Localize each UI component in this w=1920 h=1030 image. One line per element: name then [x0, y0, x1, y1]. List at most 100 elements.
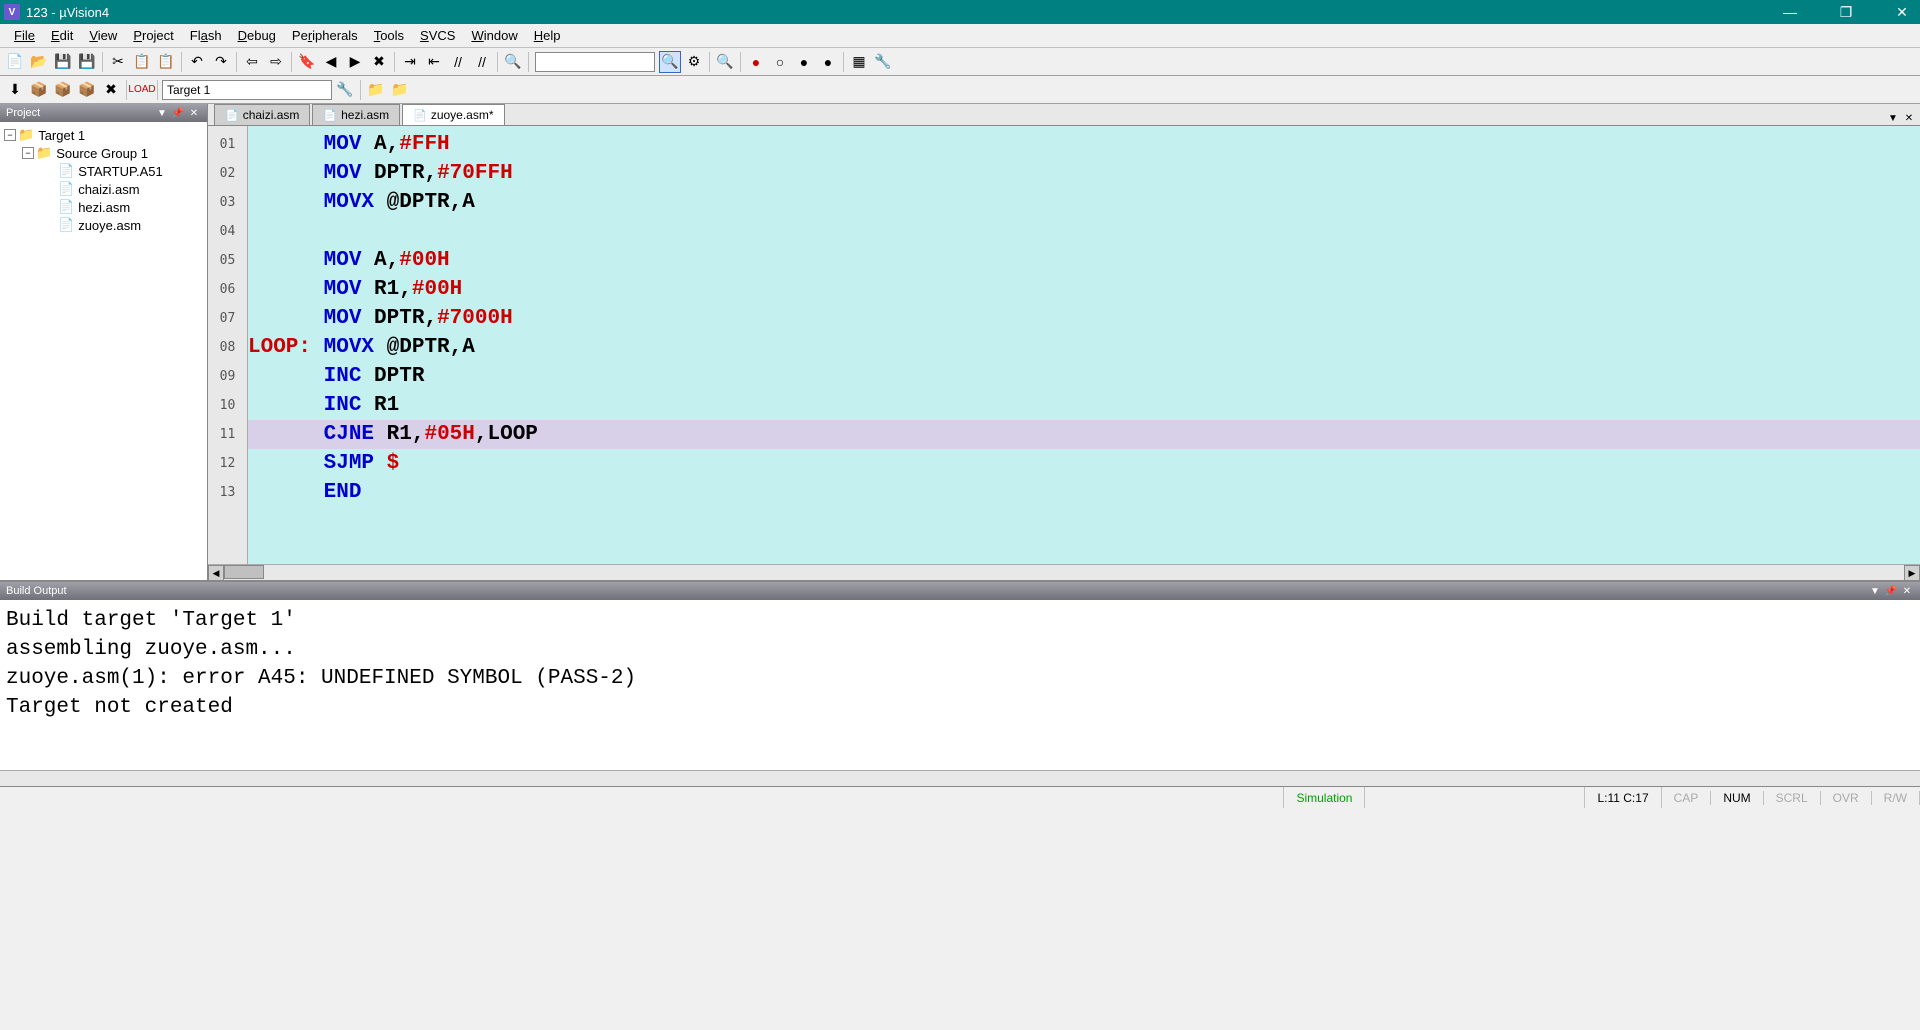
tree-target[interactable]: − 📁 Target 1 — [4, 126, 203, 144]
menu-peripherals[interactable]: Peripherals — [284, 26, 366, 45]
menu-debug[interactable]: Debug — [230, 26, 284, 45]
manage-icon[interactable]: 📁 — [365, 79, 387, 101]
copy-icon[interactable]: 📋 — [131, 51, 153, 73]
paste-icon[interactable]: 📋 — [155, 51, 177, 73]
find-in-files-icon[interactable]: 🔍 — [502, 51, 524, 73]
tree-file-label: hezi.asm — [78, 200, 130, 215]
folder-icon: 📁 — [36, 145, 52, 161]
editor-hscroll[interactable]: ◀ ▶ — [208, 564, 1920, 580]
build-panel: Build Output ▼ 📌 ✕ Build target 'Target … — [0, 580, 1920, 786]
tab-hezi[interactable]: 📄 hezi.asm — [312, 104, 400, 125]
menu-file[interactable]: File — [6, 26, 43, 45]
app-icon: V — [4, 4, 20, 20]
scroll-thumb[interactable] — [224, 565, 264, 579]
code-editor[interactable]: 01020304050607080910111213 MOV A,#FFH MO… — [208, 126, 1920, 564]
insert-breakpoint-icon[interactable]: ⚙ — [683, 51, 705, 73]
editor-panel: 📄 chaizi.asm 📄 hezi.asm 📄 zuoye.asm* ▼ ✕… — [208, 104, 1920, 580]
bookmark-icon[interactable]: 🔖 — [296, 51, 318, 73]
tree-file-label: chaizi.asm — [78, 182, 139, 197]
redo-icon[interactable]: ↷ — [210, 51, 232, 73]
batch-build-icon[interactable]: 📦 — [76, 79, 98, 101]
tree-expander-icon[interactable]: − — [4, 129, 16, 141]
build-icon[interactable]: 📦 — [28, 79, 50, 101]
menu-help[interactable]: Help — [526, 26, 569, 45]
menu-svcs[interactable]: SVCS — [412, 26, 463, 45]
tree-file[interactable]: 📄 STARTUP.A51 — [4, 162, 203, 180]
target-combo[interactable]: Target 1 — [162, 80, 332, 100]
config-icon[interactable]: 🔧 — [872, 51, 894, 73]
bookmark-clear-icon[interactable]: ✖ — [368, 51, 390, 73]
bookmark-prev-icon[interactable]: ◀ — [320, 51, 342, 73]
menu-tools[interactable]: Tools — [366, 26, 412, 45]
menu-view[interactable]: View — [81, 26, 125, 45]
build-panel-header: Build Output ▼ 📌 ✕ — [0, 582, 1920, 600]
debug-session-icon[interactable]: 🔍 — [659, 51, 681, 73]
build-output[interactable]: Build target 'Target 1'assembling zuoye.… — [0, 600, 1920, 770]
maximize-button[interactable]: ❐ — [1832, 2, 1860, 22]
file-icon: 📄 — [413, 109, 427, 122]
outdent-icon[interactable]: ⇤ — [423, 51, 445, 73]
tree-file[interactable]: 📄 chaizi.asm — [4, 180, 203, 198]
breakpoint-disable-icon[interactable]: ○ — [769, 51, 791, 73]
close-button[interactable]: ✕ — [1888, 2, 1916, 22]
open-icon[interactable]: 📂 — [28, 51, 50, 73]
menu-flash[interactable]: Flash — [182, 26, 230, 45]
minimize-button[interactable]: — — [1776, 2, 1804, 22]
debug-icon[interactable]: 🔍 — [714, 51, 736, 73]
nav-forward-icon[interactable]: ⇨ — [265, 51, 287, 73]
comment-icon[interactable]: // — [447, 51, 469, 73]
tab-label: chaizi.asm — [243, 108, 300, 122]
menu-window[interactable]: Window — [463, 26, 525, 45]
breakpoint-killall-icon[interactable]: ● — [817, 51, 839, 73]
project-tree[interactable]: − 📁 Target 1 − 📁 Source Group 1 📄 STARTU… — [0, 122, 207, 580]
panel-pin-icon[interactable]: 📌 — [171, 106, 185, 120]
status-cursor-pos: L:11 C:17 — [1585, 787, 1661, 808]
breakpoint-kill-icon[interactable]: ● — [793, 51, 815, 73]
tree-expander-icon[interactable]: − — [22, 147, 34, 159]
indent-icon[interactable]: ⇥ — [399, 51, 421, 73]
window-title: 123 - µVision4 — [26, 5, 1776, 20]
tab-chaizi[interactable]: 📄 chaizi.asm — [214, 104, 310, 125]
rebuild-icon[interactable]: 📦 — [52, 79, 74, 101]
target-options-icon[interactable]: 🔧 — [334, 79, 356, 101]
undo-icon[interactable]: ↶ — [186, 51, 208, 73]
code-area[interactable]: MOV A,#FFH MOV DPTR,#70FFH MOVX @DPTR,A … — [248, 126, 1920, 564]
scroll-right-icon[interactable]: ▶ — [1904, 565, 1920, 581]
menu-edit[interactable]: Edit — [43, 26, 81, 45]
tree-file-label: STARTUP.A51 — [78, 164, 163, 179]
status-num: NUM — [1711, 791, 1763, 805]
tree-file[interactable]: 📄 zuoye.asm — [4, 216, 203, 234]
cut-icon[interactable]: ✂ — [107, 51, 129, 73]
tree-file[interactable]: 📄 hezi.asm — [4, 198, 203, 216]
save-icon[interactable]: 💾 — [52, 51, 74, 73]
download-icon[interactable]: LOAD — [131, 79, 153, 101]
panel-pin-icon[interactable]: 📌 — [1884, 584, 1898, 598]
save-all-icon[interactable]: 💾 — [76, 51, 98, 73]
build-hscroll[interactable] — [0, 770, 1920, 786]
nav-back-icon[interactable]: ⇦ — [241, 51, 263, 73]
breakpoint-icon[interactable]: ● — [745, 51, 767, 73]
tab-zuoye[interactable]: 📄 zuoye.asm* — [402, 104, 504, 125]
translate-icon[interactable]: ⬇ — [4, 79, 26, 101]
tab-label: hezi.asm — [341, 108, 389, 122]
scroll-left-icon[interactable]: ◀ — [208, 565, 224, 581]
panel-close-icon[interactable]: ✕ — [187, 106, 201, 120]
uncomment-icon[interactable]: // — [471, 51, 493, 73]
menu-project[interactable]: Project — [125, 26, 181, 45]
project-panel-header: Project ▼ 📌 ✕ — [0, 104, 207, 122]
window-icon[interactable]: ▦ — [848, 51, 870, 73]
tabs-menu-icon[interactable]: ▼ — [1886, 111, 1900, 125]
new-file-icon[interactable]: 📄 — [4, 51, 26, 73]
menubar: File Edit View Project Flash Debug Perip… — [0, 24, 1920, 48]
target-icon: 📁 — [18, 127, 34, 143]
bookmark-next-icon[interactable]: ▶ — [344, 51, 366, 73]
tree-file-label: zuoye.asm — [78, 218, 141, 233]
panel-menu-icon[interactable]: ▼ — [1868, 584, 1882, 598]
tabs-close-icon[interactable]: ✕ — [1902, 111, 1916, 125]
stop-build-icon[interactable]: ✖ — [100, 79, 122, 101]
manage2-icon[interactable]: 📁 — [389, 79, 411, 101]
panel-menu-icon[interactable]: ▼ — [155, 106, 169, 120]
tree-group[interactable]: − 📁 Source Group 1 — [4, 144, 203, 162]
find-combo[interactable] — [535, 52, 655, 72]
panel-close-icon[interactable]: ✕ — [1900, 584, 1914, 598]
